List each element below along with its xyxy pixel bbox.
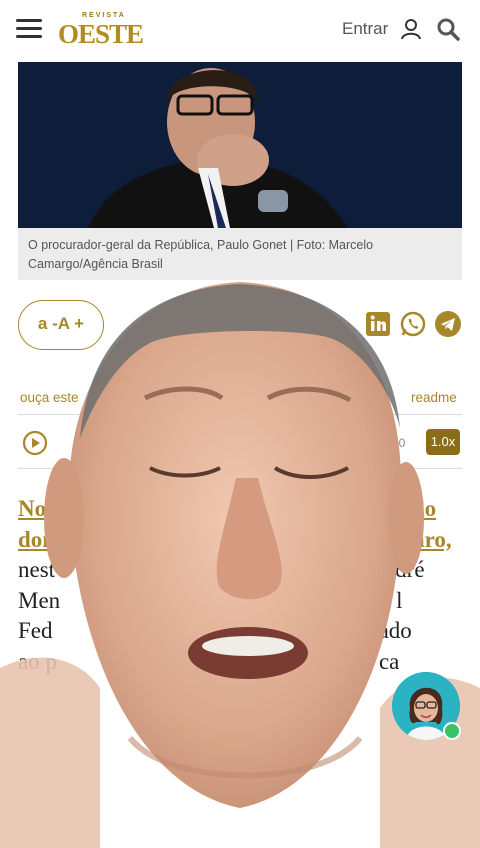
article-text: André <box>367 557 425 582</box>
image-caption: O procurador-geral da República, Paulo G… <box>28 238 374 271</box>
login-link[interactable]: Entrar <box>342 19 388 39</box>
article-line: Fed recado <box>18 616 462 647</box>
article-line: ao p ca <box>18 647 462 678</box>
article-text: recado <box>350 618 412 643</box>
divider <box>18 414 462 415</box>
playback-speed-button[interactable]: 1.0x <box>426 429 460 455</box>
search-icon[interactable] <box>436 17 460 41</box>
play-icon[interactable] <box>22 430 48 456</box>
article-link[interactable]: don <box>18 527 55 552</box>
article-text: ao p <box>18 648 57 674</box>
article-text: l <box>396 587 403 613</box>
article-line: Men l <box>18 586 462 617</box>
linkedin-icon[interactable] <box>364 310 392 338</box>
whatsapp-icon[interactable] <box>399 310 427 338</box>
article-text: Men <box>18 587 61 613</box>
online-status-indicator <box>443 722 461 740</box>
telegram-icon[interactable] <box>434 310 462 338</box>
user-icon[interactable] <box>400 18 422 40</box>
font-size-control[interactable]: a -A + <box>18 300 104 350</box>
logo[interactable]: REVISTA OESTE <box>58 12 150 49</box>
audio-time: 00 <box>392 436 406 450</box>
logo-main-text: OESTE <box>58 19 144 49</box>
article-line: No são do <box>18 494 462 525</box>
article-link[interactable]: No <box>18 496 46 521</box>
readme-label: readme <box>411 390 457 405</box>
hero-image <box>18 62 462 228</box>
article-line: don rcaro, <box>18 525 462 556</box>
listen-label: ouça este <box>20 390 79 405</box>
article-line: nest André <box>18 555 462 586</box>
article-text: nest <box>18 557 56 582</box>
logo-small-text: REVISTA <box>82 12 126 19</box>
article-text: Fed <box>18 618 53 643</box>
image-caption-box: O procurador-geral da República, Paulo G… <box>18 228 462 280</box>
article-text: ca <box>378 648 400 674</box>
divider <box>18 468 462 469</box>
article-body: No são do don rcaro, nest André Men l Fed rec… <box>18 494 462 677</box>
site-header: REVISTA OESTE Entrar <box>0 0 480 60</box>
article-link[interactable]: são do <box>374 496 436 521</box>
menu-icon[interactable] <box>16 19 42 39</box>
article-link[interactable]: rcaro, <box>393 527 452 552</box>
